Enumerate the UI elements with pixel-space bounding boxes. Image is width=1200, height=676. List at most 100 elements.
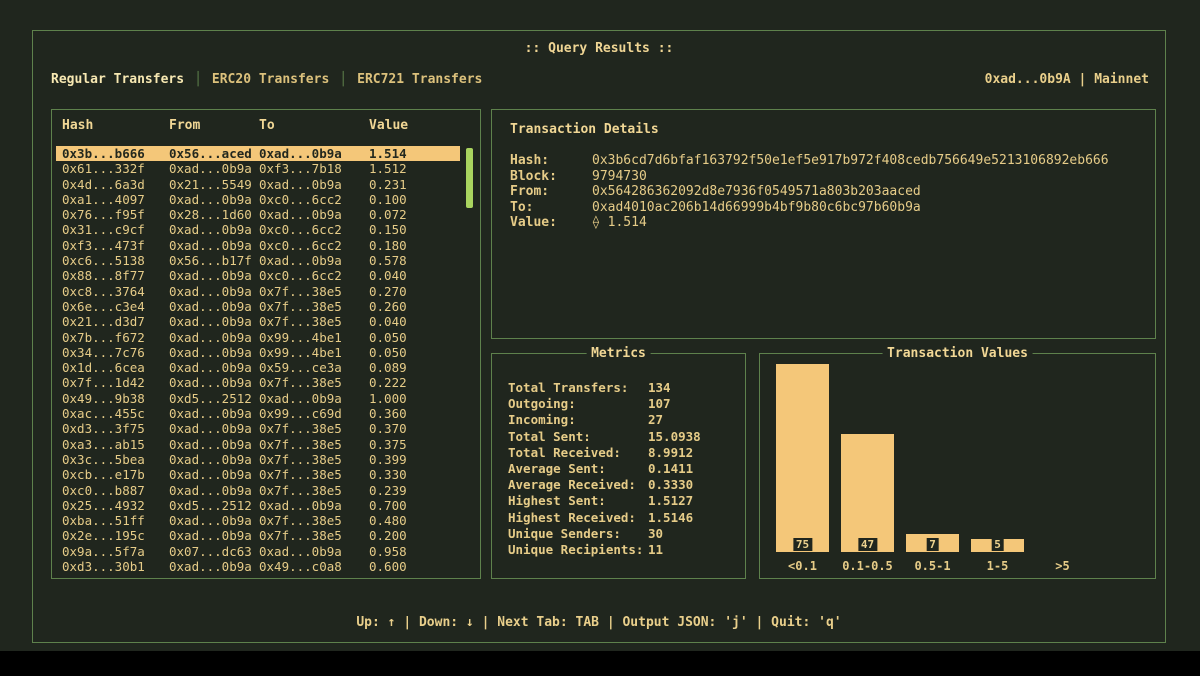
cell-hash: 0xd3...3f75 [62,421,169,436]
table-row[interactable]: 0x6e...c3e40xad...0b9a0x7f...38e50.260 [56,299,460,314]
details-title: Transaction Details [510,122,1141,137]
table-row[interactable]: 0xa1...40970xad...0b9a0xc0...6cc20.100 [56,192,460,207]
metric-value: 15.0938 [648,429,745,445]
cell-value: 0.222 [369,375,460,390]
table-row[interactable]: 0x34...7c760xad...0b9a0x99...4be10.050 [56,345,460,360]
cell-to: 0x99...4be1 [259,330,369,345]
metrics-list: Total Transfers:134Outgoing:107Incoming:… [508,380,745,558]
metric-label: Unique Senders: [508,526,648,542]
table-row[interactable]: 0xba...51ff0xad...0b9a0x7f...38e50.480 [56,513,460,528]
cell-hash: 0xc8...3764 [62,284,169,299]
cell-to: 0x7f...38e5 [259,375,369,390]
detail-field: Block:9794730 [506,169,1141,185]
table-row[interactable]: 0x3c...5bea0xad...0b9a0x7f...38e50.399 [56,452,460,467]
bar-value-label: 5 [991,538,1004,551]
table-row[interactable]: 0x2e...195c0xad...0b9a0x7f...38e50.200 [56,528,460,543]
chart-bar: 5 [971,539,1024,552]
table-row[interactable]: 0x21...d3d70xad...0b9a0x7f...38e50.040 [56,314,460,329]
x-tick-label: >5 [1030,559,1095,573]
tab-bar: Regular Transfers│ERC20 Transfers│ERC721… [51,72,482,87]
table-row[interactable]: 0xcb...e17b0xad...0b9a0x7f...38e50.330 [56,467,460,482]
cell-value: 0.480 [369,513,460,528]
tab-regular-transfers[interactable]: Regular Transfers [51,72,184,87]
col-from: From [169,118,259,133]
table-row[interactable]: 0xac...455c0xad...0b9a0x99...c69d0.360 [56,406,460,421]
cell-to: 0x7f...38e5 [259,513,369,528]
table-row[interactable]: 0xa3...ab150xad...0b9a0x7f...38e50.375 [56,437,460,452]
table-row[interactable]: 0x76...f95f0x28...1d600xad...0b9a0.072 [56,207,460,222]
cell-hash: 0xc0...b887 [62,483,169,498]
table-row[interactable]: 0x25...49320xd5...25120xad...0b9a0.700 [56,498,460,513]
cell-value: 0.958 [369,544,460,559]
cell-to: 0x7f...38e5 [259,421,369,436]
table-row[interactable]: 0xc6...51380x56...b17f0xad...0b9a0.578 [56,253,460,268]
cell-hash: 0x49...9b38 [62,391,169,406]
cell-hash: 0xf3...473f [62,238,169,253]
metric-label: Total Received: [508,445,648,461]
cell-hash: 0xa3...ab15 [62,437,169,452]
cell-from: 0xad...0b9a [169,299,259,314]
cell-value: 0.700 [369,498,460,513]
tab-erc721-transfers[interactable]: ERC721 Transfers [357,72,482,87]
table-row[interactable]: 0x3b...b6660x56...aced0xad...0b9a1.514 [56,146,460,161]
cell-from: 0xad...0b9a [169,360,259,375]
page-title: :: Query Results :: [33,41,1165,56]
detail-label: Block: [510,169,592,185]
chart-title: Transaction Values [882,346,1033,361]
table-row[interactable]: 0x88...8f770xad...0b9a0xc0...6cc20.040 [56,268,460,283]
tab-erc20-transfers[interactable]: ERC20 Transfers [212,72,329,87]
scrollbar-thumb[interactable] [466,148,473,208]
cell-value: 0.231 [369,177,460,192]
table-row[interactable]: 0xd3...30b10xad...0b9a0x49...c0a80.600 [56,559,460,574]
detail-label: Hash: [510,153,592,169]
tab-bar-row: Regular Transfers│ERC20 Transfers│ERC721… [51,72,1149,87]
cell-value: 1.512 [369,161,460,176]
table-scrollbar[interactable] [466,148,473,570]
cell-from: 0xad...0b9a [169,314,259,329]
cell-to: 0xad...0b9a [259,391,369,406]
metric-row: Total Received:8.9912 [508,445,745,461]
cell-from: 0xad...0b9a [169,483,259,498]
table-row[interactable]: 0xd3...3f750xad...0b9a0x7f...38e50.370 [56,421,460,436]
cell-to: 0xad...0b9a [259,544,369,559]
table-row[interactable]: 0xc0...b8870xad...0b9a0x7f...38e50.239 [56,483,460,498]
cell-from: 0xad...0b9a [169,345,259,360]
cell-from: 0xad...0b9a [169,222,259,237]
table-row[interactable]: 0x7f...1d420xad...0b9a0x7f...38e50.222 [56,375,460,390]
cell-value: 0.239 [369,483,460,498]
cell-from: 0xad...0b9a [169,467,259,482]
transaction-details-panel: Transaction Details Hash:0x3b6cd7d6bfaf1… [491,109,1156,339]
cell-value: 0.260 [369,299,460,314]
table-row[interactable]: 0x31...c9cf0xad...0b9a0xc0...6cc20.150 [56,222,460,237]
cell-from: 0xad...0b9a [169,528,259,543]
cell-from: 0xad...0b9a [169,268,259,283]
cell-hash: 0x3b...b666 [62,146,169,161]
metric-label: Unique Recipients: [508,542,648,558]
terminal-screen: :: Query Results :: Regular Transfers │ ER… [0,0,1200,651]
x-tick-label: 1-5 [965,559,1030,573]
cell-hash: 0x21...d3d7 [62,314,169,329]
metric-value: 0.3330 [648,477,745,493]
metric-row: Average Sent:0.1411 [508,461,745,477]
table-row[interactable]: 0xc8...37640xad...0b9a0x7f...38e50.270 [56,284,460,299]
metric-row: Incoming:27 [508,412,745,428]
col-value: Value [369,118,480,133]
cell-to: 0xc0...6cc2 [259,268,369,283]
table-row[interactable]: 0x9a...5f7a0x07...dc630xad...0b9a0.958 [56,544,460,559]
table-row[interactable]: 0x4d...6a3d0x21...55490xad...0b9a0.231 [56,177,460,192]
table-row[interactable]: 0x49...9b380xd5...25120xad...0b9a1.000 [56,391,460,406]
table-row[interactable]: 0x61...332f0xad...0b9a0xf3...7b181.512 [56,161,460,176]
table-row[interactable]: 0x1d...6cea0xad...0b9a0x59...ce3a0.089 [56,360,460,375]
table-row[interactable]: 0xf3...473f0xad...0b9a0xc0...6cc20.180 [56,238,460,253]
metric-label: Incoming: [508,412,648,428]
cell-to: 0xf3...7b18 [259,161,369,176]
table-body[interactable]: 0x3b...b6660x56...aced0xad...0b9a1.5140x… [56,146,460,572]
cell-value: 0.150 [369,222,460,237]
tab-separator: │ [339,72,347,87]
chart-bar-slot: 5 [965,539,1030,552]
cell-hash: 0x25...4932 [62,498,169,513]
cell-to: 0xc0...6cc2 [259,222,369,237]
metric-value: 1.5146 [648,510,745,526]
cell-hash: 0x34...7c76 [62,345,169,360]
table-row[interactable]: 0x7b...f6720xad...0b9a0x99...4be10.050 [56,330,460,345]
